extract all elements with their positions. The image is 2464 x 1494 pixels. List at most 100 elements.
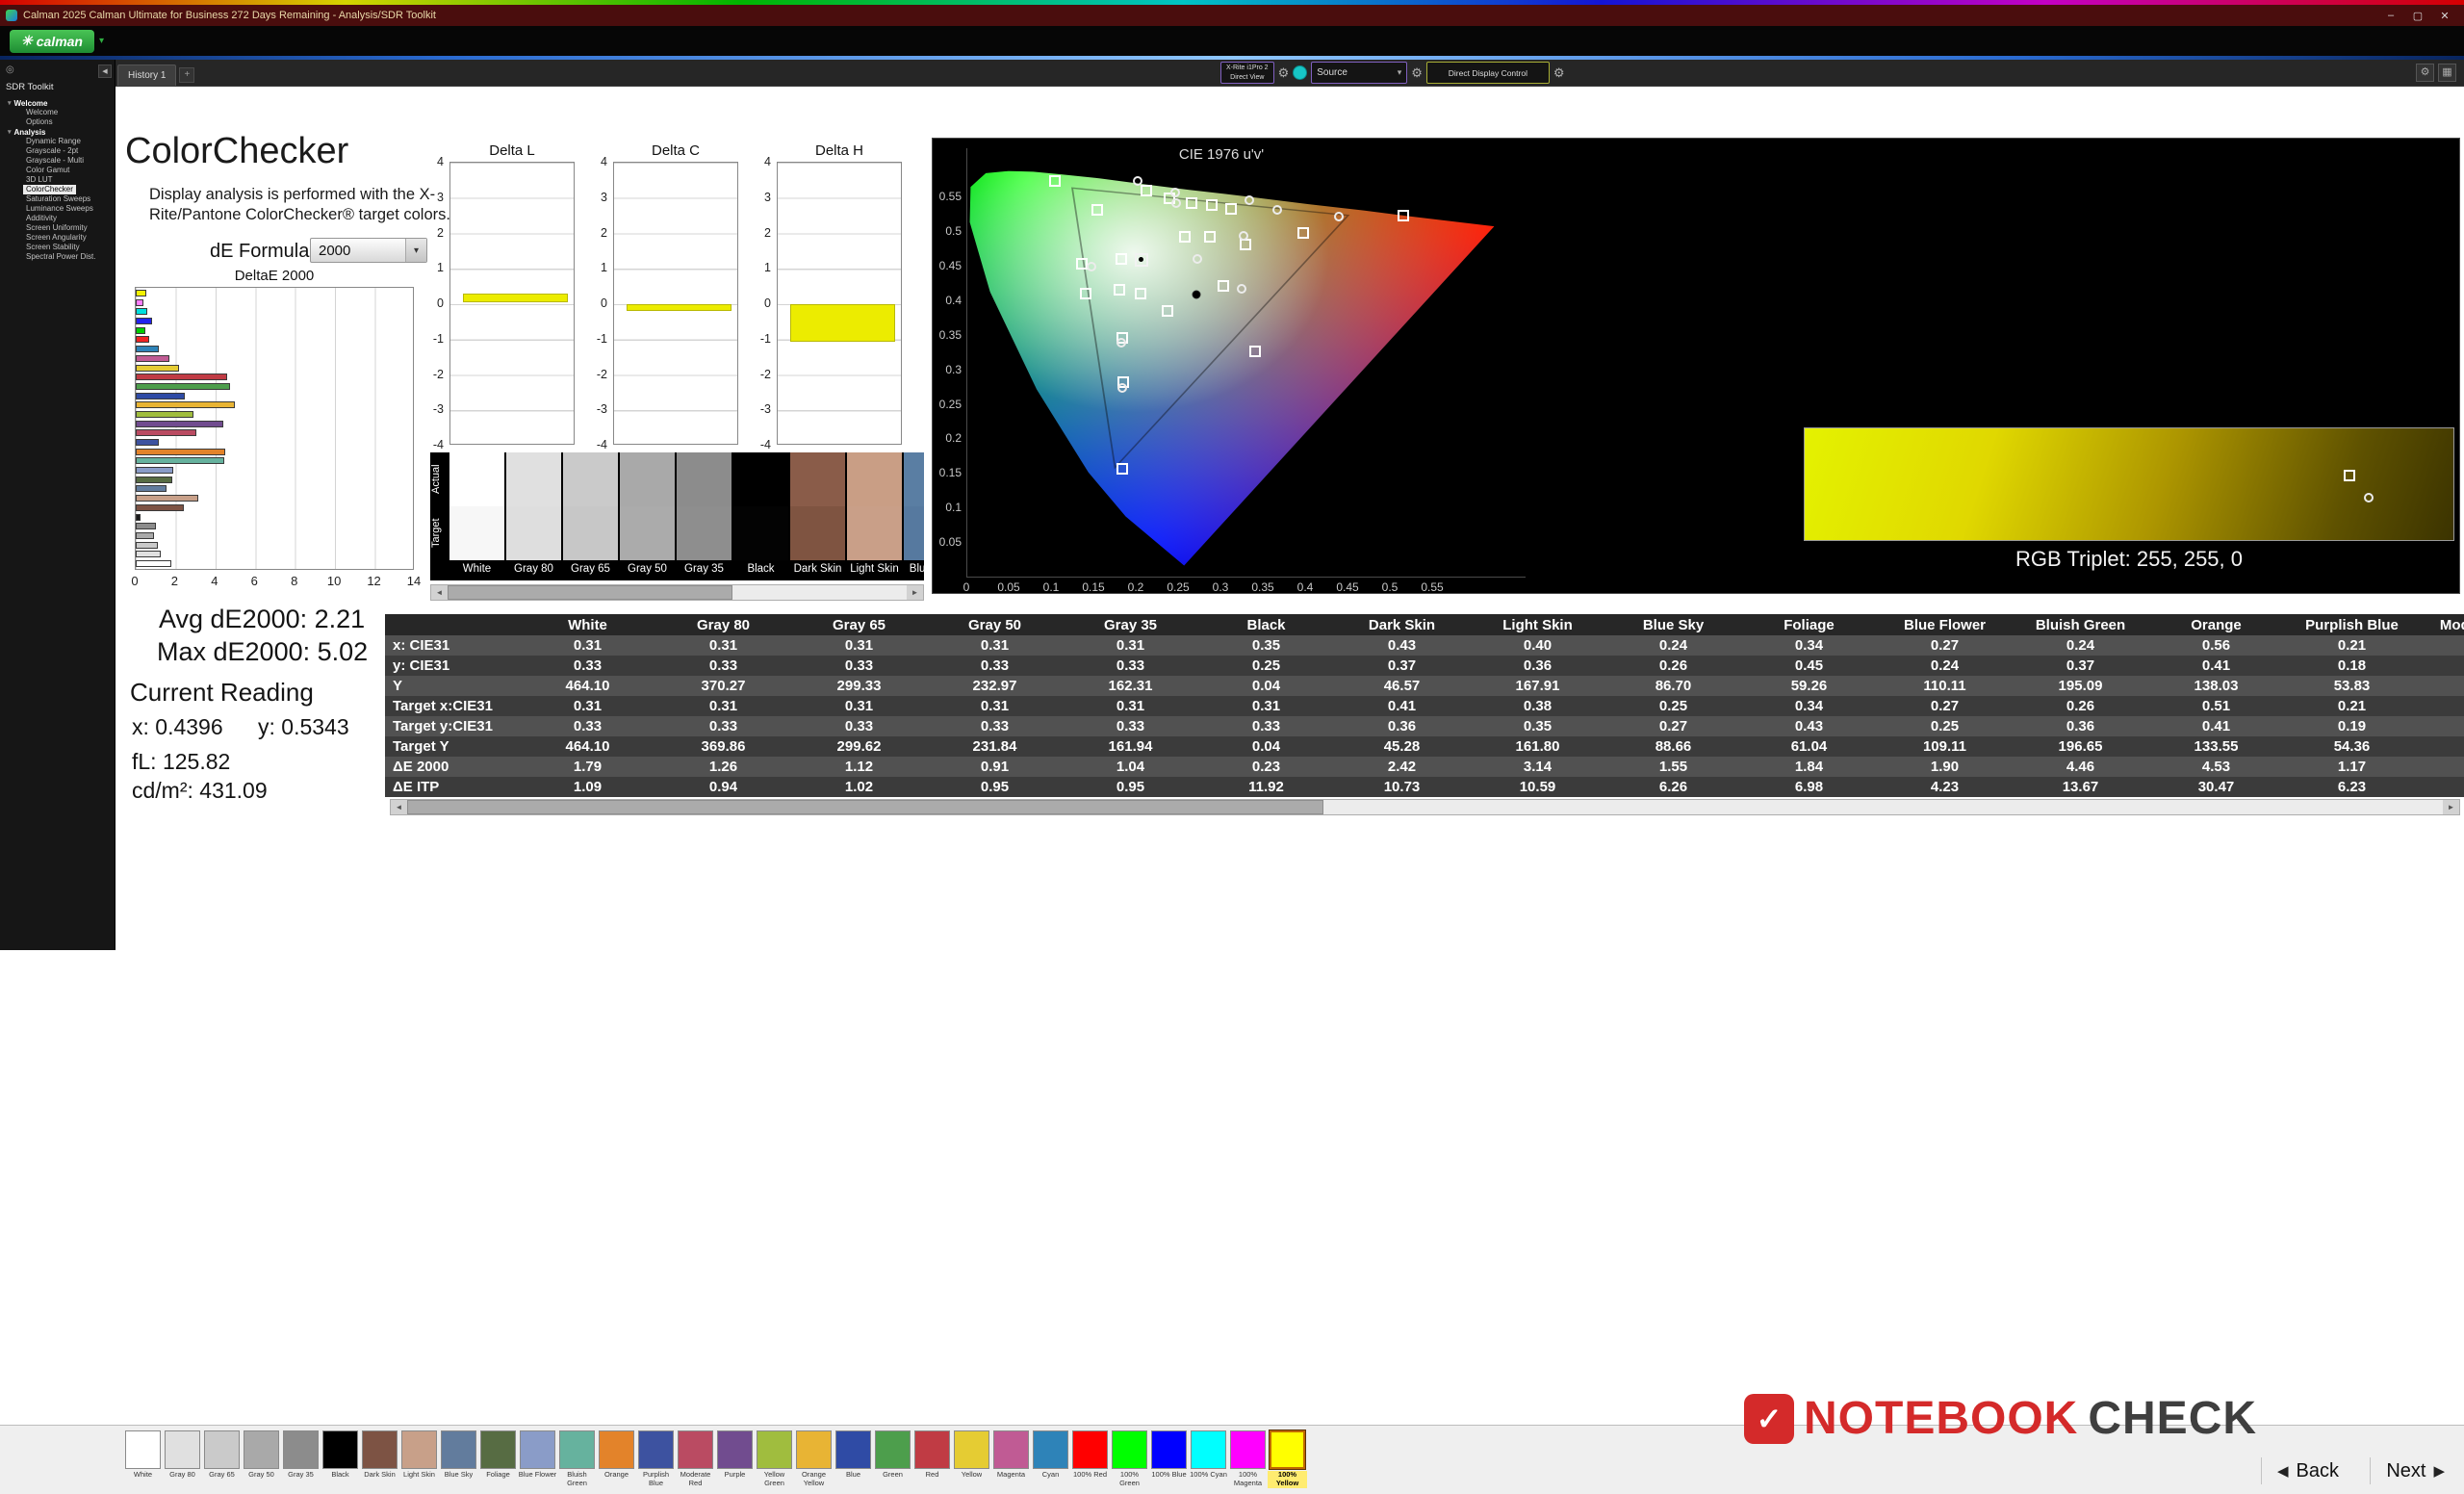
patch-yellow-green[interactable]: Yellow Green — [755, 1429, 794, 1488]
sidebar-item-grayscale-2pt[interactable]: Grayscale - 2pt — [0, 146, 116, 156]
swatch-dark-skin[interactable]: Dark Skin — [790, 452, 845, 580]
patch-orange-yellow[interactable]: Orange Yellow — [794, 1429, 834, 1488]
patch-white[interactable]: White — [123, 1429, 163, 1488]
table-cell: 88.66 — [1605, 738, 1741, 755]
patch-gray-35[interactable]: Gray 35 — [281, 1429, 321, 1488]
deltae-bar-100-blue — [136, 318, 152, 324]
patch-cyan[interactable]: Cyan — [1031, 1429, 1070, 1488]
patch-bluish-green[interactable]: Bluish Green — [557, 1429, 597, 1488]
calman-logo[interactable]: ✳ calman — [10, 30, 94, 53]
close-button[interactable]: ✕ — [2431, 10, 2458, 22]
x-tick-label: 4 — [205, 574, 224, 588]
patch-blue[interactable]: Blue — [834, 1429, 873, 1488]
swatch-gray-80[interactable]: Gray 80 — [506, 452, 561, 580]
sidebar-item-grayscale-multi[interactable]: Grayscale - Multi — [0, 156, 116, 166]
scroll-right-button[interactable]: ► — [907, 585, 923, 600]
sidebar-item-colorchecker[interactable]: ColorChecker — [23, 185, 76, 194]
table-cell: 0.36 — [1334, 718, 1470, 734]
source-selector[interactable]: Source ▾ — [1311, 62, 1407, 84]
column-header-gray-65: Gray 65 — [791, 617, 927, 633]
source-settings-gear-icon[interactable]: ⚙ — [1411, 65, 1423, 81]
patch-magenta[interactable]: Magenta — [991, 1429, 1031, 1488]
pin-icon[interactable]: ◎ — [6, 64, 14, 75]
swatch-gray-65[interactable]: Gray 65 — [563, 452, 618, 580]
sidebar-item-saturation-sweeps[interactable]: Saturation Sweeps — [0, 194, 116, 204]
settings-gear-icon[interactable]: ⚙ — [2416, 64, 2434, 82]
minimize-button[interactable]: – — [2377, 10, 2404, 22]
add-tab-button[interactable]: + — [179, 67, 194, 83]
tree-group-analysis[interactable]: ▾Analysis — [0, 127, 116, 137]
sidebar-item-3d-lut[interactable]: 3D LUT — [0, 175, 116, 185]
scroll-right-button[interactable]: ► — [2443, 800, 2459, 814]
workspace-panels-icon[interactable]: ▦ — [2438, 64, 2456, 82]
meter-settings-gear-icon[interactable]: ⚙ — [1278, 65, 1290, 81]
sidebar-item-luminance-sweeps[interactable]: Luminance Sweeps — [0, 204, 116, 214]
swatch-gray-50[interactable]: Gray 50 — [620, 452, 675, 580]
scroll-left-button[interactable]: ◄ — [431, 585, 448, 600]
patch-100-magenta[interactable]: 100% Magenta — [1228, 1429, 1268, 1488]
delta-h-plot — [777, 162, 902, 445]
swatch-black[interactable]: Black — [733, 452, 788, 580]
patch-gray-50[interactable]: Gray 50 — [242, 1429, 281, 1488]
patch-100-cyan[interactable]: 100% Cyan — [1189, 1429, 1228, 1488]
sidebar-item-additivity[interactable]: Additivity — [0, 214, 116, 223]
patch-blue-flower[interactable]: Blue Flower — [518, 1429, 557, 1488]
scrollbar-thumb[interactable] — [407, 800, 1323, 814]
patch-orange[interactable]: Orange — [597, 1429, 636, 1488]
patch-foliage[interactable]: Foliage — [478, 1429, 518, 1488]
display-settings-gear-icon[interactable]: ⚙ — [1553, 65, 1565, 81]
tab-bar: History 1 + X-Rite i1Pro 2 Direct View ⚙… — [116, 60, 2464, 87]
next-button[interactable]: Next ▶ — [2370, 1457, 2445, 1484]
swatch-scrollbar[interactable]: ◄ ► — [430, 584, 924, 601]
scrollbar-track[interactable] — [407, 800, 2443, 814]
sidebar-item-options[interactable]: Options — [0, 117, 116, 127]
patch-100-green[interactable]: 100% Green — [1110, 1429, 1149, 1488]
patch-gray-65[interactable]: Gray 65 — [202, 1429, 242, 1488]
patch-light-skin[interactable]: Light Skin — [399, 1429, 439, 1488]
tab-history-1[interactable]: History 1 — [117, 64, 176, 86]
collapse-sidebar-button[interactable]: ◀ — [98, 64, 112, 78]
tree-group-welcome[interactable]: ▾Welcome — [0, 98, 116, 108]
sidebar-item-screen-uniformity[interactable]: Screen Uniformity — [0, 223, 116, 233]
de-formula-select[interactable]: 2000 ▾ — [310, 238, 427, 263]
swatch-gray-35[interactable]: Gray 35 — [677, 452, 732, 580]
patch-100-blue[interactable]: 100% Blue — [1149, 1429, 1189, 1488]
scrollbar-thumb[interactable] — [448, 585, 732, 600]
patch-green[interactable]: Green — [873, 1429, 912, 1488]
table-cell: 4.09 — [2420, 759, 2464, 775]
swatch-white[interactable]: White — [449, 452, 504, 580]
patch-purple[interactable]: Purple — [715, 1429, 755, 1488]
patch-100-red[interactable]: 100% Red — [1070, 1429, 1110, 1488]
deltae-bar-yellow — [136, 365, 179, 372]
patch-dark-skin[interactable]: Dark Skin — [360, 1429, 399, 1488]
sidebar-item-spectral-power-dist[interactable]: Spectral Power Dist. — [0, 252, 116, 262]
patch-red[interactable]: Red — [912, 1429, 952, 1488]
swatch-blue-sky[interactable]: Blue Sky — [904, 452, 924, 580]
patch-black[interactable]: Black — [321, 1429, 360, 1488]
patch-label: Dark Skin — [364, 1471, 396, 1488]
patch-gray-80[interactable]: Gray 80 — [163, 1429, 202, 1488]
table-cell: 0.33 — [655, 718, 791, 734]
sidebar-header: SDR Toolkit — [6, 82, 53, 92]
patch-moderate-red[interactable]: Moderate Red — [676, 1429, 715, 1488]
scrollbar-track[interactable] — [448, 585, 907, 600]
sidebar-item-welcome[interactable]: Welcome — [0, 108, 116, 117]
table-cell: 0.31 — [655, 637, 791, 654]
swatch-light-skin[interactable]: Light Skin — [847, 452, 902, 580]
patch-purplish-blue[interactable]: Purplish Blue — [636, 1429, 676, 1488]
patch-blue-sky[interactable]: Blue Sky — [439, 1429, 478, 1488]
table-scrollbar[interactable]: ◄ ► — [390, 799, 2460, 815]
scroll-left-button[interactable]: ◄ — [391, 800, 407, 814]
sidebar-item-color-gamut[interactable]: Color Gamut — [0, 166, 116, 175]
meter-selector[interactable]: X-Rite i1Pro 2 Direct View — [1220, 62, 1274, 84]
patch-100-yellow[interactable]: 100% Yellow — [1268, 1429, 1307, 1488]
patch-yellow[interactable]: Yellow — [952, 1429, 991, 1488]
sidebar-item-screen-angularity[interactable]: Screen Angularity — [0, 233, 116, 243]
logo-menu-chevron-icon[interactable]: ▾ — [99, 36, 104, 46]
back-button[interactable]: ◀ Back — [2261, 1457, 2339, 1484]
sidebar-item-dynamic-range[interactable]: Dynamic Range — [0, 137, 116, 146]
sidebar-item-screen-stability[interactable]: Screen Stability — [0, 243, 116, 252]
table-cell: 0.35 — [1198, 637, 1334, 654]
display-control-selector[interactable]: Direct Display Control — [1426, 62, 1550, 84]
maximize-button[interactable]: ▢ — [2404, 10, 2431, 22]
